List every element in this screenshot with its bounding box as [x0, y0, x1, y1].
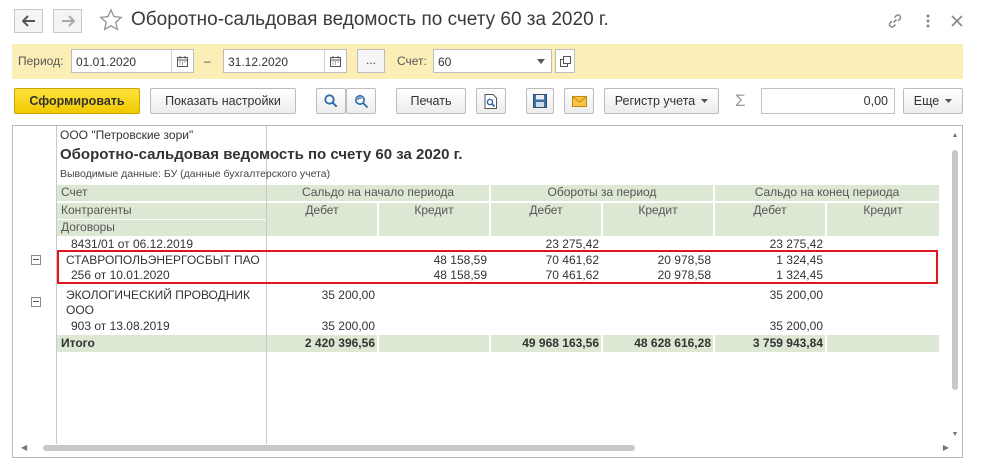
generate-button[interactable]: Сформировать [14, 88, 140, 114]
date-to-value: 31.12.2020 [228, 55, 289, 69]
header-counterparties: Контрагенты [57, 203, 266, 219]
account-field[interactable]: 60 [433, 49, 552, 73]
back-button[interactable] [14, 9, 43, 33]
header-closing-credit: Кредит [827, 203, 939, 236]
cell-open-debit: 35 200,00 [321, 319, 375, 333]
vertical-scrollbar[interactable]: ▲ ▼ [951, 132, 959, 438]
total-turn-debit: 49 968 163,56 [491, 335, 601, 352]
cell-close-debit: 35 200,00 [769, 288, 823, 302]
header-turnover-debit: Дебет [491, 203, 601, 236]
header-contracts: Договоры [57, 220, 266, 236]
link-icon[interactable] [885, 11, 905, 31]
total-open-credit [379, 335, 489, 352]
scroll-up-icon[interactable]: ▲ [951, 132, 959, 139]
grouping-divider [56, 126, 57, 444]
organization-name: ООО "Петровские зори" [60, 128, 194, 142]
horizontal-scroll-thumb[interactable] [43, 445, 635, 451]
header-opening-debit: Дебет [267, 203, 377, 236]
more-button[interactable]: Еще [903, 88, 963, 114]
open-window-icon [559, 55, 571, 67]
header-closing-balance: Сальдо на конец периода [715, 185, 939, 201]
more-label: Еще [913, 94, 940, 108]
header-opening-credit: Кредит [379, 203, 489, 236]
period-select-button[interactable]: ... [357, 49, 385, 73]
horizontal-scrollbar[interactable]: ◀ ▶ [21, 443, 949, 453]
scroll-left-icon[interactable]: ◀ [21, 443, 27, 452]
date-from-value: 01.01.2020 [76, 55, 137, 69]
chevron-down-icon[interactable] [531, 50, 551, 72]
search-button[interactable] [316, 88, 346, 114]
total-turn-credit: 48 628 616,28 [603, 335, 713, 352]
register-button[interactable]: Регистр учета [604, 88, 719, 114]
table-row-counterparty-cont: ООО [66, 303, 95, 317]
sum-field[interactable]: 0,00 [761, 88, 895, 114]
header-turnover-credit: Кредит [603, 203, 713, 236]
date-to-field[interactable]: 31.12.2020 [223, 49, 347, 73]
header-account: Счет [57, 185, 266, 201]
preview-button[interactable] [476, 88, 506, 114]
cell-close-debit: 23 275,42 [769, 237, 823, 251]
report-title: Оборотно-сальдовая ведомость по счету 60… [60, 146, 463, 163]
period-dash: – [204, 54, 211, 68]
register-label: Регистр учета [614, 94, 696, 108]
account-label: Счет: [397, 54, 427, 68]
vertical-scroll-thumb[interactable] [952, 150, 958, 390]
envelope-icon [571, 95, 587, 107]
date-from-field[interactable]: 01.01.2020 [71, 49, 194, 73]
total-label: Итого [57, 335, 266, 352]
total-close-debit: 3 759 943,84 [715, 335, 825, 352]
more-vertical-icon[interactable] [918, 11, 938, 31]
report-subtitle: Выводимые данные: БУ (данные бухгалтерск… [60, 168, 331, 180]
calendar-icon[interactable] [171, 50, 193, 72]
highlight-box [57, 250, 938, 284]
filter-bar: Период: 01.01.2020 – 31.12.2020 ... Счет… [12, 44, 963, 79]
table-row-contract[interactable]: 903 от 13.08.2019 [67, 319, 266, 335]
cell-close-debit: 35 200,00 [769, 319, 823, 333]
chevron-down-icon [945, 99, 953, 103]
print-preview-icon [484, 93, 497, 109]
total-open-debit: 2 420 396,56 [267, 335, 377, 352]
account-value: 60 [438, 55, 452, 69]
header-turnover: Обороты за период [491, 185, 713, 201]
save-button[interactable] [526, 88, 554, 114]
header-opening-balance: Сальдо на начало периода [267, 185, 489, 201]
header-closing-debit: Дебет [715, 203, 825, 236]
calendar-icon[interactable] [324, 50, 346, 72]
cell-turn-debit: 23 275,42 [545, 237, 599, 251]
email-button[interactable] [564, 88, 594, 114]
toolbar: Сформировать Показать настройки Печать Р… [0, 88, 983, 118]
open-account-button[interactable] [555, 49, 575, 73]
title-bar: Оборотно-сальдовая ведомость по счету 60… [0, 0, 983, 42]
search-refresh-button[interactable] [346, 88, 376, 114]
arrow-right-icon [61, 15, 75, 27]
window-title: Оборотно-сальдовая ведомость по счету 60… [131, 9, 609, 30]
close-icon[interactable] [947, 11, 967, 31]
show-settings-button[interactable]: Показать настройки [150, 88, 296, 114]
scroll-right-icon[interactable]: ▶ [943, 443, 949, 452]
print-button[interactable]: Печать [396, 88, 466, 114]
collapse-group-toggle[interactable] [31, 255, 41, 265]
cell-open-debit: 35 200,00 [321, 288, 375, 302]
sigma-icon: Σ [735, 91, 746, 110]
scroll-down-icon[interactable]: ▼ [951, 431, 959, 438]
table-row-counterparty[interactable]: ЭКОЛОГИЧЕСКИЙ ПРОВОДНИК [62, 288, 266, 304]
save-icon [533, 94, 547, 108]
search-refresh-icon [354, 94, 368, 108]
report-area: ООО "Петровские зори" Оборотно-сальдовая… [12, 125, 963, 458]
collapse-group-toggle[interactable] [31, 297, 41, 307]
search-icon [324, 94, 338, 108]
forward-button[interactable] [53, 9, 82, 33]
star-icon[interactable] [99, 8, 123, 32]
chevron-down-icon [701, 99, 709, 103]
period-label: Период: [18, 54, 64, 68]
arrow-left-icon [21, 15, 35, 27]
total-close-credit [827, 335, 939, 352]
